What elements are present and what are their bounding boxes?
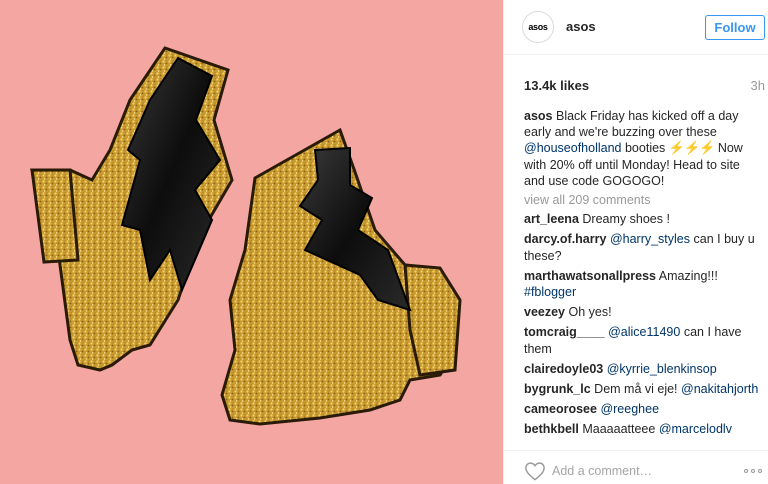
caption: asos Black Friday has kicked off a day e… <box>524 108 760 189</box>
likes-count[interactable]: 13.4k likes <box>524 78 589 93</box>
comment-author[interactable]: clairedoyle03 <box>524 362 603 376</box>
caption-mention[interactable]: @houseofholland <box>524 141 622 155</box>
post-sidebar: asos asos Follow 13.4k likes 3h asos Bla… <box>503 0 768 484</box>
comment-author[interactable]: art_leena <box>524 212 579 226</box>
timestamp[interactable]: 3h <box>751 78 765 93</box>
caption-text: Black Friday has kicked off a day early … <box>524 109 739 140</box>
comment-mention[interactable]: @reeghee <box>600 402 659 416</box>
comments-list[interactable]: asos Black Friday has kicked off a day e… <box>524 108 760 434</box>
comment-mention[interactable]: @alice11490 <box>608 325 680 339</box>
caption-author[interactable]: asos <box>524 109 553 123</box>
comment: art_leena Dreamy shoes ! <box>524 211 760 227</box>
asos-logo: asos <box>528 22 548 32</box>
username-link[interactable]: asos <box>566 19 596 34</box>
comment-text: Amazing!!! <box>658 268 718 283</box>
comment-author[interactable]: bethkbell <box>524 422 579 434</box>
ellipsis-icon[interactable] <box>744 469 762 473</box>
comment: cameorosee @reeghee <box>524 401 760 417</box>
comment-mention[interactable]: @kyrrie_blenkinsop <box>607 362 717 376</box>
comment: bethkbell Maaaaatteee @marcelodlv <box>524 421 760 434</box>
view-all-comments-link[interactable]: view all 209 comments <box>524 192 760 208</box>
instagram-post: asos asos Follow 13.4k likes 3h asos Bla… <box>0 0 768 484</box>
comment-mention[interactable]: @nakitahjorth <box>681 382 758 396</box>
comment-author[interactable]: veezey <box>524 305 565 319</box>
post-meta: 13.4k likes 3h <box>524 78 765 94</box>
follow-button[interactable]: Follow <box>705 15 765 40</box>
dot <box>758 469 762 473</box>
comment-bar <box>504 450 768 484</box>
comment-mention[interactable]: @marcelodlv <box>659 422 732 434</box>
post-header: asos asos Follow <box>504 0 768 55</box>
comment: marthawatsonallpress Amazing!!! #fblogge… <box>524 268 760 300</box>
glitter-boots-image <box>30 46 462 426</box>
comment-input[interactable] <box>552 464 722 478</box>
comment-text: Dem må vi eje! <box>594 382 678 397</box>
comment-author[interactable]: cameorosee <box>524 402 597 416</box>
heart-outline-icon[interactable] <box>524 461 546 481</box>
comment: bygrunk_lc Dem må vi eje! @nakitahjorth <box>524 381 760 397</box>
avatar[interactable]: asos <box>522 11 554 43</box>
caption-text: booties <box>624 141 666 156</box>
comment-text: Dreamy shoes ! <box>582 212 670 227</box>
comment-author[interactable]: marthawatsonallpress <box>524 269 656 283</box>
post-photo[interactable] <box>0 0 503 484</box>
comment-text: Oh yes! <box>568 305 612 320</box>
comment-author[interactable]: bygrunk_lc <box>524 382 591 396</box>
dot <box>744 469 748 473</box>
right-boot <box>220 127 462 426</box>
comment-hashtag[interactable]: #fblogger <box>524 285 576 299</box>
lightning-emoji-icon: ⚡⚡⚡ <box>668 140 716 156</box>
comment: veezey Oh yes! <box>524 304 760 320</box>
comment: tomcraig____ @alice11490 can I have them <box>524 324 760 356</box>
comment-author[interactable]: tomcraig____ <box>524 325 605 339</box>
left-boot <box>30 46 234 372</box>
comment-mention[interactable]: @harry_styles <box>610 232 690 246</box>
comment-text: Maaaaatteee <box>582 422 656 434</box>
comment: clairedoyle03 @kyrrie_blenkinsop <box>524 361 760 377</box>
comment: darcy.of.harry @harry_styles can I buy u… <box>524 231 760 263</box>
comment-author[interactable]: darcy.of.harry <box>524 232 606 246</box>
dot <box>751 469 755 473</box>
